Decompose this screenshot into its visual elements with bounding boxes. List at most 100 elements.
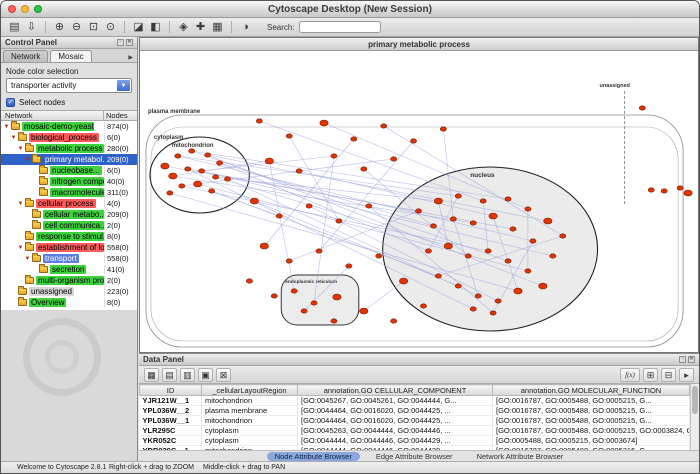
import-attributes-icon[interactable]: ⊞ (643, 368, 658, 382)
cell-value[interactable]: cytoplasm (202, 436, 298, 446)
tree-row-cellular-metabo[interactable]: cellular metabo...209(0) (1, 209, 137, 220)
gene-node[interactable] (475, 294, 481, 298)
tree-row-mosaic-demo-yeast[interactable]: ▼mosaic-demo-yeast874(0) (1, 121, 137, 132)
gene-node[interactable] (435, 274, 441, 278)
expand-arrow-icon[interactable]: ▼ (24, 157, 31, 163)
cell-value[interactable]: plasma membrane (202, 406, 298, 416)
cell-value[interactable]: [GO:0016787, GO:0005488, GO:0005215, GO:… (493, 426, 690, 436)
gene-node[interactable] (505, 259, 511, 263)
tree-row-cellular-process[interactable]: ▼cellular process4(0) (1, 198, 137, 209)
gene-node[interactable] (246, 279, 252, 283)
add-annotation-icon[interactable]: ✚ (193, 20, 208, 35)
zoom-in-icon[interactable]: ⊕ (52, 20, 67, 35)
gene-node[interactable] (250, 198, 258, 204)
gene-node[interactable] (525, 207, 531, 211)
tree-row-transport[interactable]: ▼transport558(0) (1, 253, 137, 264)
float-panel-icon[interactable]: ▫ (679, 356, 686, 363)
gene-node[interactable] (455, 284, 461, 288)
gene-node[interactable] (301, 309, 307, 313)
gene-node[interactable] (539, 283, 547, 289)
select-attributes-icon[interactable]: ▦ (144, 368, 159, 382)
cell-value[interactable]: [GO:0045267, GO:0045261, GO:0044444, G..… (298, 396, 493, 406)
gene-node[interactable] (648, 188, 654, 192)
gene-node[interactable] (161, 163, 169, 169)
gene-node[interactable] (399, 278, 407, 284)
tree-row-biological-process[interactable]: ▼biological_process6(0) (1, 132, 137, 143)
gene-node[interactable] (544, 218, 552, 224)
select-all-attributes-icon[interactable]: ▣ (198, 368, 213, 382)
tree-row-multi-organism-pro[interactable]: multi-organism pro...2(0) (1, 275, 137, 286)
gene-node[interactable] (677, 186, 683, 190)
gene-node[interactable] (470, 221, 476, 225)
gene-node[interactable] (381, 124, 387, 128)
zoom-fit-icon[interactable]: ⊡ (86, 20, 101, 35)
gene-node[interactable] (514, 288, 522, 294)
save-session-icon[interactable]: ▤ (7, 20, 22, 35)
gene-node[interactable] (271, 294, 277, 298)
import-file-icon[interactable]: ⇩ (24, 20, 39, 35)
gene-node[interactable] (194, 181, 202, 187)
gene-node[interactable] (336, 219, 342, 223)
cell-id[interactable]: YDR039C__1 (140, 446, 202, 451)
gene-node[interactable] (530, 239, 536, 243)
tab-edge-attribute-browser[interactable]: Edge Attribute Browser (368, 452, 461, 461)
gene-node[interactable] (316, 249, 322, 253)
float-panel-icon[interactable]: ▫ (117, 39, 124, 46)
gene-node[interactable] (256, 119, 262, 123)
tree-column-nodes[interactable]: Nodes (103, 111, 137, 120)
gene-node[interactable] (391, 319, 397, 323)
tree-row-primary-metabol[interactable]: ▼primary metabol...209(0) (1, 154, 137, 165)
gene-node[interactable] (560, 234, 566, 238)
tree-column-network[interactable]: Network (1, 111, 103, 120)
gene-node[interactable] (366, 204, 372, 208)
gene-node[interactable] (296, 169, 302, 173)
cell-id[interactable]: YKR052C (140, 436, 202, 446)
zoom-out-icon[interactable]: ⊖ (69, 20, 84, 35)
gene-node[interactable] (311, 301, 317, 305)
gene-node[interactable] (425, 249, 431, 253)
show-all-icon[interactable]: ◧ (148, 20, 163, 35)
cell-value[interactable]: mitochondrion (202, 416, 298, 426)
gene-node[interactable] (185, 167, 191, 171)
gene-node[interactable] (495, 299, 501, 303)
close-panel-icon[interactable]: ✕ (688, 356, 695, 363)
gene-node[interactable] (415, 209, 421, 213)
gene-node[interactable] (320, 120, 328, 126)
tab-scroll-right-icon[interactable]: ▶ (126, 54, 135, 62)
cell-value[interactable]: [GO:0045263, GO:0044444, GO:0044446, ... (298, 426, 493, 436)
gene-node[interactable] (351, 137, 357, 141)
cell-value[interactable]: mitochondrion (202, 396, 298, 406)
cell-value[interactable]: mitochondrion (202, 446, 298, 451)
gene-node[interactable] (391, 157, 397, 161)
gene-node[interactable] (265, 158, 273, 164)
table-row[interactable]: YLR295Ccytoplasm[GO:0045263, GO:0044444,… (140, 426, 690, 436)
cell-value[interactable]: [GO:0016787, GO:0005488, GO:0005215, G..… (493, 416, 690, 426)
node-color-select[interactable]: transporter activity ▼ (6, 78, 132, 93)
gene-node[interactable] (179, 184, 185, 188)
tree-row-nucleobase[interactable]: nucleobase...6(0) (1, 165, 137, 176)
network-canvas[interactable]: plasma membranecytoplasmmitochondrionnuc… (140, 51, 698, 352)
gene-node[interactable] (376, 254, 382, 258)
gene-node[interactable] (216, 161, 222, 165)
export-attributes-icon[interactable]: ⊟ (661, 368, 676, 382)
cell-value[interactable]: [GO:0005488, GO:0005215, GO:0003674] (493, 436, 690, 446)
gene-node[interactable] (525, 269, 531, 273)
tree-row-overview[interactable]: Overview8(0) (1, 297, 137, 308)
gene-node[interactable] (444, 243, 452, 249)
gene-node[interactable] (260, 243, 268, 249)
gene-node[interactable] (276, 214, 282, 218)
expand-arrow-icon[interactable]: ▼ (17, 201, 24, 207)
tree-row-cell-communica[interactable]: cell communica...2(0) (1, 220, 137, 231)
gene-node[interactable] (286, 259, 292, 263)
expand-arrow-icon[interactable]: ▼ (3, 124, 10, 130)
delete-row-icon[interactable]: ⊠ (216, 368, 231, 382)
cell-id[interactable]: YLR295C (140, 426, 202, 436)
gene-node[interactable] (510, 227, 516, 231)
new-network-from-selection-icon[interactable]: ◈ (176, 20, 191, 35)
gene-node[interactable] (213, 175, 219, 179)
table-row[interactable]: YPL036W__1mitochondrion[GO:0044464, GO:0… (140, 416, 690, 426)
formula-builder-icon[interactable]: f(x) (620, 368, 640, 382)
zoom-selected-icon[interactable]: ⊙ (103, 20, 118, 35)
chevron-down-icon[interactable]: ▼ (117, 80, 130, 91)
hide-selected-icon[interactable]: ◪ (131, 20, 146, 35)
